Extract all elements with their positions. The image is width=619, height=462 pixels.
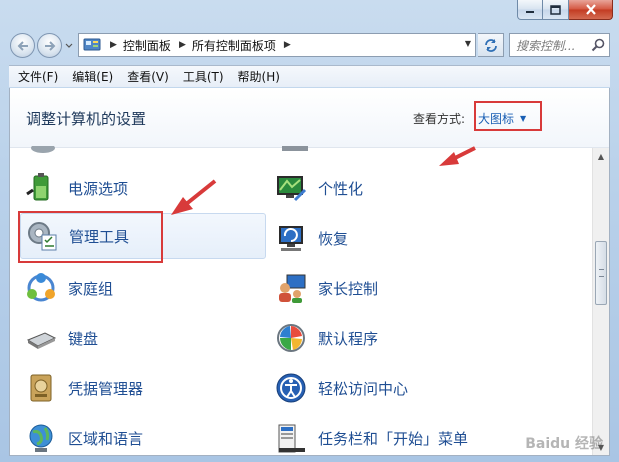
breadcrumb-separator-icon[interactable]: ▶ <box>179 40 186 50</box>
scroll-up-icon[interactable]: ▲ <box>593 148 609 165</box>
watermark: Baidu 经验 <box>525 436 603 452</box>
maximize-icon <box>550 4 561 15</box>
annotation-arrow-admin-icon <box>183 179 217 207</box>
minimize-icon <box>526 10 534 13</box>
minimize-button[interactable] <box>517 0 543 20</box>
control-panel-icon <box>82 37 102 53</box>
maximize-button[interactable] <box>543 0 569 20</box>
menu-help[interactable]: 帮助(H) <box>229 68 285 85</box>
scrollbar-grip-icon <box>599 269 604 277</box>
content-area: 调整计算机的设置 查看方式: 大图标 ▼ 电源选项 管理工具 家庭组 键盘 凭据… <box>9 88 610 456</box>
navigation-buttons <box>10 33 74 58</box>
menu-bar: 文件(F) 编辑(E) 查看(V) 工具(T) 帮助(H) <box>9 65 610 87</box>
refresh-icon <box>484 39 497 52</box>
refresh-button[interactable] <box>478 33 504 57</box>
search-input[interactable]: 搜索控制... <box>516 37 589 54</box>
window-frame: ▶ 控制面板 ▶ 所有控制面板项 ▶ ▼ 搜索控制... 文件(F) 编辑(E)… <box>0 0 619 462</box>
breadcrumb-separator-icon[interactable]: ▶ <box>284 40 291 50</box>
close-button[interactable] <box>569 0 613 20</box>
annotation-arrows <box>171 146 476 215</box>
forward-button[interactable] <box>37 33 62 58</box>
back-button[interactable] <box>10 33 35 58</box>
menu-edit[interactable]: 编辑(E) <box>63 68 118 85</box>
menu-view[interactable]: 查看(V) <box>118 68 174 85</box>
caption-buttons <box>517 0 613 20</box>
address-dropdown-icon[interactable]: ▼ <box>465 39 471 48</box>
menu-file[interactable]: 文件(F) <box>9 68 63 85</box>
arrow-right-icon <box>44 40 55 51</box>
search-icon[interactable] <box>589 38 607 52</box>
scrollbar-thumb[interactable] <box>595 241 607 305</box>
breadcrumb-control-panel[interactable]: 控制面板 <box>123 37 171 54</box>
arrow-left-icon <box>17 40 28 51</box>
menu-tools[interactable]: 工具(T) <box>174 68 229 85</box>
breadcrumb-all-items[interactable]: 所有控制面板项 <box>192 37 276 54</box>
chevron-down-icon <box>65 43 73 48</box>
address-bar[interactable]: ▶ 控制面板 ▶ 所有控制面板项 ▶ ▼ <box>78 33 476 57</box>
vertical-scrollbar[interactable]: ▲ ▼ <box>592 148 609 455</box>
breadcrumb-separator-icon[interactable]: ▶ <box>110 40 117 50</box>
close-icon <box>585 4 596 15</box>
recent-pages-dropdown[interactable] <box>64 33 74 58</box>
annotation-arrowhead-icon <box>439 152 459 166</box>
search-box[interactable]: 搜索控制... <box>509 33 610 57</box>
